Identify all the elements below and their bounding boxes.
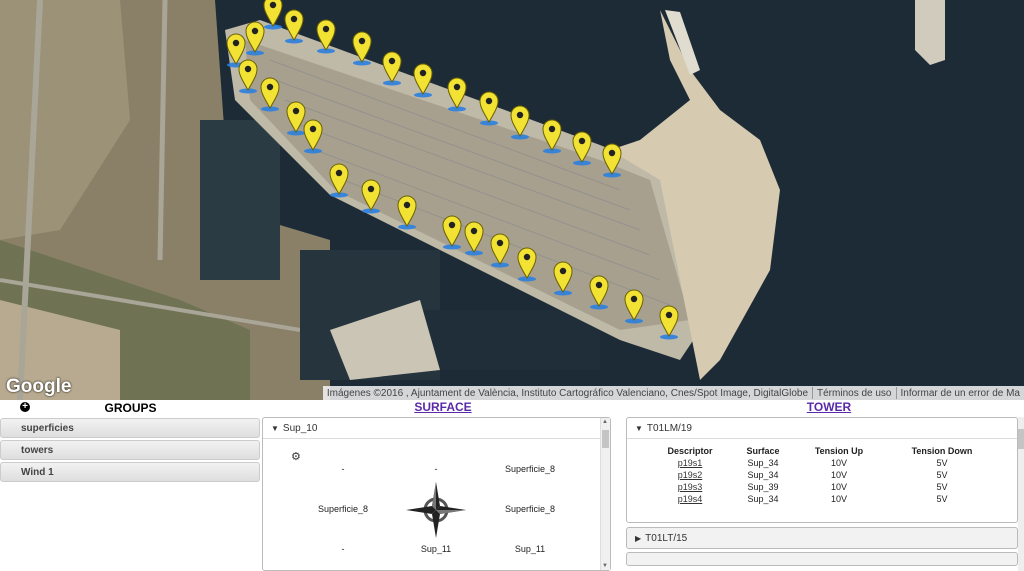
map-marker-pin-icon[interactable] [658, 304, 680, 340]
neighbor-ne: Superficie_8 [504, 464, 556, 474]
map-marker-pin-icon[interactable] [552, 260, 574, 296]
tower-scrollbar[interactable] [1018, 417, 1024, 571]
surface-section-label: Sup_10 [282, 422, 318, 434]
plus-circle-icon[interactable]: + [20, 402, 30, 412]
tower-section-2-header[interactable]: ▶ T01LT/15 [627, 528, 1017, 548]
tower-section-3[interactable] [626, 552, 1018, 566]
map-marker-pin-icon[interactable] [381, 50, 403, 86]
scroll-down-icon[interactable]: ▼ [602, 563, 608, 569]
scroll-up-icon[interactable]: ▲ [602, 419, 608, 425]
tension-up-cell: 10V [830, 470, 847, 480]
surface-title-link[interactable]: SURFACE [262, 400, 624, 414]
col-header-tension-up: Tension Up [814, 446, 864, 456]
col-header-surface: Surface [746, 446, 780, 456]
table-row: p19s4 Sup_34 10V 5V [653, 493, 1005, 505]
map-marker-pin-icon[interactable] [446, 76, 468, 112]
table-row: p19s3 Sup_39 10V 5V [653, 481, 1005, 493]
map-marker-pin-icon[interactable] [283, 8, 305, 44]
tension-down-cell: 5V [936, 458, 948, 468]
map-marker-pin-icon[interactable] [509, 104, 531, 140]
descriptor-link[interactable]: p19s3 [678, 482, 703, 492]
map-marker-pin-icon[interactable] [302, 118, 324, 154]
map-marker-pin-icon[interactable] [441, 214, 463, 250]
neighbor-se: Sup_11 [514, 544, 546, 554]
neighbor-e: Superficie_8 [504, 504, 556, 514]
tower-section-label: T01LM/19 [646, 422, 692, 434]
col-header-tension-down: Tension Down [911, 446, 973, 456]
map-marker-pin-icon[interactable] [588, 274, 610, 310]
surface-panel: ▼ Sup_10 ⚙ - - Superficie_8 Superficie_8… [262, 417, 611, 571]
attribution-text: Imágenes ©2016 , Ajuntament de València,… [326, 387, 809, 399]
map-marker-pin-icon[interactable] [541, 118, 563, 154]
map-marker-pin-icon[interactable] [571, 130, 593, 166]
map-marker-pin-icon[interactable] [360, 178, 382, 214]
map-marker-pin-icon[interactable] [623, 288, 645, 324]
surface-section-header[interactable]: ▼ Sup_10 [263, 418, 610, 439]
groups-header: + GROUPS [0, 400, 261, 416]
map-imagery [0, 0, 1024, 400]
surface-scrollbar[interactable]: ▲ ▼ [600, 418, 610, 570]
map-marker-pin-icon[interactable] [237, 58, 259, 94]
tension-up-cell: 10V [830, 482, 847, 492]
neighbor-n: - [434, 464, 438, 474]
map-marker-pin-icon[interactable] [516, 246, 538, 282]
surface-cell: Sup_34 [747, 470, 779, 480]
col-header-descriptor: Descriptor [667, 446, 713, 456]
tower-table: Descriptor Surface Tension Up Tension Do… [653, 445, 1005, 505]
map-marker-pin-icon[interactable] [351, 30, 373, 66]
tower-section-1: ▼ T01LM/19 Descriptor Surface Tension Up… [626, 417, 1018, 523]
gear-icon[interactable]: ⚙ [291, 450, 301, 463]
map-marker-pin-icon[interactable] [396, 194, 418, 230]
compass-rose-icon [406, 482, 466, 538]
descriptor-link[interactable]: p19s4 [678, 494, 703, 504]
surface-cell: Sup_34 [747, 458, 779, 468]
descriptor-link[interactable]: p19s2 [678, 470, 703, 480]
tower-section-2-label: T01LT/15 [645, 532, 688, 544]
descriptor-link[interactable]: p19s1 [678, 458, 703, 468]
tension-down-cell: 5V [936, 470, 948, 480]
map-marker-pin-icon[interactable] [489, 232, 511, 268]
tension-up-cell: 10V [830, 494, 847, 504]
map-marker-pin-icon[interactable] [412, 62, 434, 98]
map-marker-pin-icon[interactable] [315, 18, 337, 54]
surface-cell: Sup_34 [747, 494, 779, 504]
table-row: p19s1 Sup_34 10V 5V [653, 457, 1005, 469]
neighbor-s: Sup_11 [420, 544, 452, 554]
tower-section-2[interactable]: ▶ T01LT/15 [626, 527, 1018, 549]
map-attribution-bar: Imágenes ©2016 , Ajuntament de València,… [322, 386, 1024, 400]
groups-panel: + GROUPS superficies towers Wind 1 [0, 400, 261, 571]
group-item-towers[interactable]: towers [0, 440, 260, 460]
tension-up-cell: 10V [830, 458, 847, 468]
satellite-map[interactable]: Google Imágenes ©2016 , Ajuntament de Va… [0, 0, 1024, 400]
tension-down-cell: 5V [936, 494, 948, 504]
triangle-down-icon: ▼ [271, 423, 279, 433]
triangle-down-icon: ▼ [635, 423, 643, 433]
tension-down-cell: 5V [936, 482, 948, 492]
neighbor-nw: - [341, 464, 345, 474]
map-marker-pin-icon[interactable] [328, 162, 350, 198]
groups-title: GROUPS [104, 401, 157, 415]
map-marker-pin-icon[interactable] [601, 142, 623, 178]
neighbor-sw: - [341, 544, 345, 554]
tower-section-header[interactable]: ▼ T01LM/19 [627, 418, 1017, 439]
google-logo: Google [6, 376, 72, 397]
tower-panel: ▼ T01LM/19 Descriptor Surface Tension Up… [626, 417, 1018, 571]
group-item-wind-1[interactable]: Wind 1 [0, 462, 260, 482]
tower-title-link[interactable]: TOWER [626, 400, 1024, 414]
report-error-link[interactable]: Informar de un error de Ma [897, 388, 1024, 399]
map-marker-pin-icon[interactable] [259, 76, 281, 112]
map-marker-pin-icon[interactable] [463, 220, 485, 256]
map-marker-pin-icon[interactable] [244, 20, 266, 56]
map-marker-pin-icon[interactable] [478, 90, 500, 126]
group-item-superficies[interactable]: superficies [0, 418, 260, 438]
neighbor-w: Superficie_8 [317, 504, 369, 514]
terms-link[interactable]: Términos de uso [813, 388, 895, 399]
surface-cell: Sup_39 [747, 482, 779, 492]
triangle-right-icon: ▶ [635, 533, 642, 543]
table-row: p19s2 Sup_34 10V 5V [653, 469, 1005, 481]
